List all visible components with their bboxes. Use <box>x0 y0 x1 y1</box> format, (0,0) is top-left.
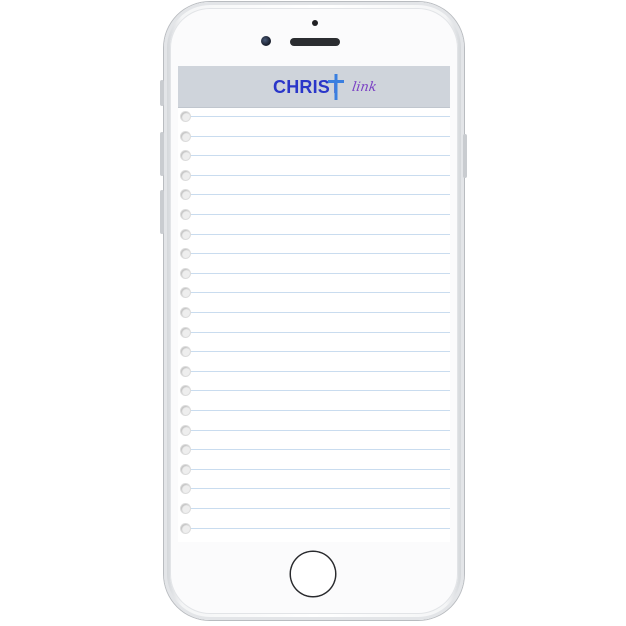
ruled-line <box>184 449 450 450</box>
front-camera-icon <box>261 36 271 46</box>
punch-hole <box>181 386 190 395</box>
punch-hole <box>181 132 190 141</box>
punch-hole <box>181 269 190 278</box>
ruled-line <box>184 351 450 352</box>
ruled-line <box>184 488 450 489</box>
punch-hole <box>181 328 190 337</box>
earpiece-speaker <box>290 38 340 46</box>
ruled-line <box>184 292 450 293</box>
ruled-line <box>184 528 450 529</box>
punch-hole <box>181 151 190 160</box>
ruled-line <box>184 253 450 254</box>
punch-hole <box>181 112 190 121</box>
ruled-line <box>184 371 450 372</box>
ruled-line <box>184 410 450 411</box>
volume-up-button[interactable] <box>160 132 164 176</box>
ruled-line <box>184 116 450 117</box>
punch-hole <box>181 465 190 474</box>
home-button[interactable] <box>291 552 335 596</box>
ruled-line <box>184 390 450 391</box>
proximity-sensor <box>312 20 318 26</box>
ruled-line <box>184 136 450 137</box>
punch-hole <box>181 504 190 513</box>
ruled-line <box>184 312 450 313</box>
ruled-line <box>184 234 450 235</box>
ruled-line <box>184 469 450 470</box>
ruled-line <box>184 214 450 215</box>
app-logo: CHRIST link <box>273 74 378 100</box>
logo-script-text: link <box>350 80 378 95</box>
ruled-line <box>184 273 450 274</box>
punch-hole <box>181 230 190 239</box>
punch-hole <box>181 524 190 533</box>
punch-hole <box>181 288 190 297</box>
ruled-line <box>184 175 450 176</box>
volume-down-button[interactable] <box>160 190 164 234</box>
screen: CHRIST link <box>178 66 450 542</box>
punch-hole <box>181 484 190 493</box>
punch-hole <box>181 308 190 317</box>
punch-hole <box>181 249 190 258</box>
app-header: CHRIST link <box>178 66 450 108</box>
punch-hole <box>181 190 190 199</box>
ruled-line <box>184 194 450 195</box>
punch-hole <box>181 426 190 435</box>
punch-hole <box>181 210 190 219</box>
ruled-line <box>184 430 450 431</box>
cross-icon <box>328 74 344 100</box>
punch-hole <box>181 171 190 180</box>
ruled-line <box>184 508 450 509</box>
stage: CHRIST link <box>0 0 626 626</box>
punch-hole <box>181 367 190 376</box>
ruled-line <box>184 332 450 333</box>
ruled-line <box>184 155 450 156</box>
punch-hole <box>181 347 190 356</box>
punch-hole <box>181 406 190 415</box>
punch-hole <box>181 445 190 454</box>
power-button[interactable] <box>463 134 467 178</box>
notepad-paper[interactable] <box>178 108 450 542</box>
mute-switch <box>160 80 164 106</box>
